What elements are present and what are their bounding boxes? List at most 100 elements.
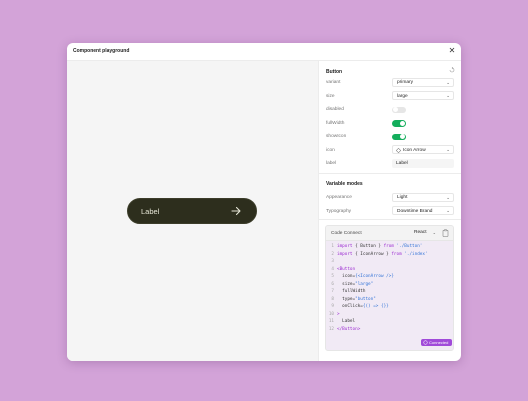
chevron-down-icon: ⌄	[432, 230, 436, 235]
chevron-down-icon: ⌄	[446, 147, 450, 152]
link-icon	[423, 340, 428, 345]
code-token: {<IconArrow />}	[355, 274, 394, 279]
reset-icon[interactable]	[449, 67, 455, 73]
code-text: icon={<IconArrow />}	[337, 274, 394, 279]
close-icon[interactable]: ✕	[447, 46, 457, 56]
chevron-down-icon: ⌄	[446, 93, 450, 98]
prop-label-disabled: disabled	[326, 107, 344, 112]
code-token: { IconArrow }	[352, 251, 392, 257]
code-connect-title: Code Connect	[331, 230, 362, 236]
language-select[interactable]: React ⌄	[412, 230, 436, 237]
prop-label-typography: Typography	[326, 208, 352, 214]
code-token: {() => {}}	[362, 304, 389, 309]
code-text: import { Button } from './Button'	[337, 244, 422, 249]
variant-select[interactable]: primary ⌄	[392, 77, 454, 87]
code-text: fullWidth	[337, 289, 365, 294]
code-token: './Button'	[393, 244, 423, 249]
code-token: </Button>	[337, 326, 361, 332]
icon-select[interactable]: Icon Arrow ⌄	[392, 145, 454, 154]
code-connect-header: Code Connect React ⌄	[326, 226, 453, 241]
code-text: onClick={() => {}}	[337, 304, 389, 309]
code-token: from	[383, 244, 394, 249]
code-token: import	[337, 251, 353, 257]
code-token: fullWidth	[337, 289, 366, 294]
code-token: type=	[337, 296, 356, 302]
code-text: Label	[337, 319, 355, 324]
line-number: 12	[328, 326, 334, 332]
line-number: 4	[331, 266, 334, 272]
section-title-variable-modes: Variable modes	[326, 181, 363, 187]
code-text: type="button"	[337, 297, 376, 302]
line-number: 2	[331, 251, 334, 257]
chevron-down-icon: ⌄	[446, 79, 450, 85]
code-block: 1 import { Button } from './Button' 2 impor…	[326, 240, 452, 336]
code-token: size=	[337, 281, 356, 287]
preview-button[interactable]: Label	[127, 198, 257, 224]
size-select[interactable]: large ⌄	[392, 91, 454, 100]
code-token: >	[337, 311, 340, 317]
line-number: 8	[331, 296, 334, 302]
line-number: 11	[328, 319, 334, 324]
arrow-right-icon	[231, 206, 241, 216]
code-token: "button"	[355, 296, 376, 302]
code-token: onClick=	[337, 304, 363, 309]
code-token: from	[391, 251, 402, 257]
modal-header: Component playground ✕	[67, 43, 461, 61]
code-token: import	[337, 244, 353, 249]
variant-value: primary	[397, 80, 413, 85]
disabled-toggle[interactable]	[392, 106, 406, 113]
toggle-knob	[400, 120, 405, 126]
code-text: <Button	[337, 267, 355, 272]
prop-label-label: label	[326, 161, 337, 166]
line-number: 7	[331, 289, 334, 294]
prop-label-variant: variant	[326, 80, 341, 85]
typography-select[interactable]: Downtime Brand ⌄	[392, 206, 454, 215]
code-token: Label	[337, 319, 356, 324]
toggle-knob	[393, 107, 398, 113]
showicon-toggle[interactable]	[392, 133, 406, 140]
prop-label-showicon: showIcon	[326, 134, 347, 139]
label-field-value: Label	[396, 160, 408, 166]
code-text: import { IconArrow } from './index'	[337, 252, 428, 257]
clipboard-icon[interactable]	[442, 229, 449, 237]
divider	[319, 219, 461, 220]
toggle-knob	[400, 134, 405, 140]
prop-label-icon: icon	[326, 147, 335, 153]
code-token: './index'	[401, 251, 428, 257]
diamond-icon	[396, 147, 401, 153]
divider	[319, 173, 461, 174]
size-value: large	[397, 93, 408, 99]
line-number: 3	[331, 259, 334, 264]
code-token: { Button }	[352, 244, 384, 249]
code-text: </Button>	[337, 327, 360, 332]
code-token: "large"	[355, 281, 374, 287]
prop-label-appearance: Appearance	[326, 195, 352, 200]
code-connect-panel: Code Connect React ⌄ 1 import { Button } …	[325, 225, 454, 351]
line-number: 6	[331, 281, 334, 287]
line-number: 5	[331, 274, 334, 279]
fullwidth-toggle[interactable]	[392, 120, 406, 127]
code-token: <Button	[337, 266, 356, 272]
appearance-value: Light	[397, 195, 408, 200]
prop-label-fullwidth: fullWidth	[326, 120, 345, 126]
code-token: icon=	[337, 274, 356, 279]
connected-badge: Connected	[421, 339, 452, 346]
line-number: 10	[328, 311, 334, 317]
label-field[interactable]: Label	[392, 158, 454, 168]
chevron-down-icon: ⌄	[446, 194, 450, 200]
prop-label-size: size	[326, 93, 335, 99]
section-title-button: Button	[326, 69, 343, 75]
code-connect-container: Code Connect React ⌄ 1 import { Button } …	[325, 225, 454, 351]
chevron-down-icon: ⌄	[446, 208, 450, 213]
connected-label: Connected	[429, 340, 449, 346]
typography-value: Downtime Brand	[397, 208, 433, 214]
icon-value: Icon Arrow	[403, 147, 426, 153]
appearance-select[interactable]: Light ⌄	[392, 192, 454, 202]
modal-title: Component playground	[73, 48, 130, 54]
language-value: React	[414, 230, 427, 235]
line-number: 1	[331, 244, 334, 249]
code-text: size="large"	[337, 282, 373, 287]
line-number: 9	[331, 304, 334, 309]
code-text: >	[337, 312, 340, 317]
preview-button-label: Label	[141, 207, 160, 216]
